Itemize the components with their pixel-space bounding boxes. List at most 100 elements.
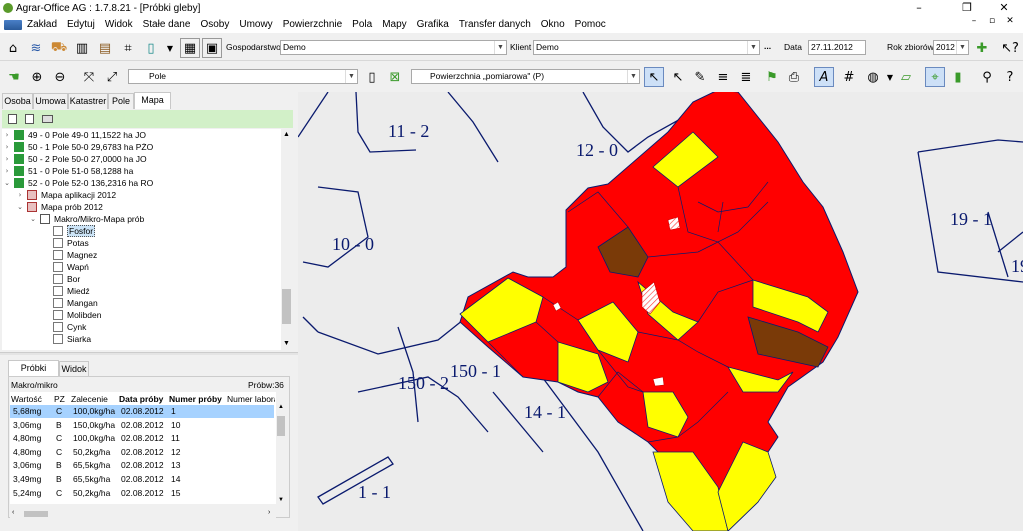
- layers-icon[interactable]: ≋: [26, 38, 46, 58]
- notebook-icon[interactable]: ▦: [180, 38, 200, 58]
- menu-mapy[interactable]: Mapy: [377, 16, 411, 33]
- tab-mapa[interactable]: Mapa: [134, 92, 171, 109]
- table-hscroll[interactable]: ‹ ›: [10, 509, 276, 519]
- menu-umowy[interactable]: Umowy: [234, 16, 277, 33]
- year-select[interactable]: 2012 ▼: [933, 40, 969, 55]
- add-icon[interactable]: ✚: [972, 38, 992, 58]
- col-header-wartosc[interactable]: Wartość: [11, 394, 42, 404]
- menu-zaklad[interactable]: Zakład: [22, 16, 62, 33]
- splitter[interactable]: [0, 352, 298, 355]
- expand-icon[interactable]: ›: [3, 165, 11, 177]
- phone-add-icon[interactable]: ▮: [948, 67, 968, 87]
- help-pointer-icon[interactable]: ↖?: [1000, 38, 1020, 58]
- menu-powierzchnie[interactable]: Powierzchnie: [278, 16, 347, 33]
- table-row[interactable]: 5,68mg C 100,0kg/ha 02.08.2012 1: [10, 405, 274, 418]
- map-view[interactable]: 11 - 2 12 - 0 10 - 0 19 - 1 19 150 - 2 1…: [298, 92, 1023, 531]
- menu-osoby[interactable]: Osoby: [195, 16, 234, 33]
- menu-okno[interactable]: Okno: [536, 16, 570, 33]
- tree-item-molibden[interactable]: Molibden: [2, 309, 281, 321]
- tree-item-field-50-2[interactable]: › 50 - 2 Pole 50-0 27,0000 ha JO: [2, 153, 281, 165]
- map-icon[interactable]: ▱: [896, 67, 916, 87]
- klient-select[interactable]: Demo ▼: [533, 40, 760, 55]
- menu-transfer-danych[interactable]: Transfer danych: [454, 16, 536, 33]
- collapse-icon[interactable]: ⌄: [3, 177, 11, 189]
- barcode-icon[interactable]: ▥: [72, 38, 92, 58]
- books-icon[interactable]: ▤: [95, 38, 115, 58]
- surface-type-select[interactable]: Powierzchnia „pomiarowa" (P) ▼: [411, 69, 640, 84]
- tree-item-siarka[interactable]: Siarka: [2, 333, 281, 345]
- col-header-data-proby[interactable]: Data próby: [119, 394, 163, 404]
- menu-widok[interactable]: Widok: [100, 16, 138, 33]
- collapse-icon[interactable]: ⌄: [29, 213, 37, 225]
- tab-widok[interactable]: Widok: [59, 361, 89, 377]
- tree-item-field-52-0[interactable]: ⌄ 52 - 0 Pole 52-0 136,2316 ha RO: [2, 177, 281, 189]
- tree-item-sample-map-2012[interactable]: ⌄ Mapa prób 2012: [2, 201, 281, 213]
- tree-item-macro-micro-sample-map[interactable]: ⌄ Makro/Mikro-Mapa prób: [2, 213, 281, 225]
- tab-umowa[interactable]: Umowa: [33, 93, 68, 109]
- new-document-icon[interactable]: ▯: [362, 67, 382, 87]
- table-row[interactable]: 4,80mg C 100,0kg/ha 02.08.2012 11: [10, 432, 274, 445]
- klient-browse-button[interactable]: ...: [764, 40, 771, 52]
- collapse-icon[interactable]: ⌄: [16, 201, 24, 213]
- table-vscroll[interactable]: ▲ ▼: [276, 404, 286, 506]
- tree-item-wapn[interactable]: Wapń: [2, 261, 281, 273]
- tree-item-field-51-0[interactable]: › 51 - 0 Pole 51-0 58,1288 ha: [2, 165, 281, 177]
- expand-icon[interactable]: ›: [3, 129, 11, 141]
- tree-item-application-map-2012[interactable]: › Mapa aplikacji 2012: [2, 189, 281, 201]
- table-row[interactable]: 3,06mg B 65,5kg/ha 02.08.2012 13: [10, 459, 274, 472]
- new-icon[interactable]: [8, 114, 17, 124]
- excel-export-icon[interactable]: ⊠: [385, 67, 405, 87]
- pencil-icon[interactable]: ✎: [690, 67, 710, 87]
- date-field[interactable]: 27.11.2012: [808, 40, 866, 55]
- col-header-numer-proby[interactable]: Numer próby: [169, 394, 222, 404]
- print-icon[interactable]: [42, 115, 53, 123]
- tree-item-potas[interactable]: Potas: [2, 237, 281, 249]
- text-label-icon[interactable]: A: [814, 67, 834, 87]
- zoom-out-icon[interactable]: ⊖: [50, 67, 70, 87]
- table-row[interactable]: 4,80mg C 50,2kg/ha 02.08.2012 12: [10, 446, 274, 459]
- tab-katastrer[interactable]: Katastrer: [68, 93, 108, 109]
- mdi-minimize-button[interactable]: –: [967, 16, 981, 26]
- network-icon[interactable]: ⌗: [118, 38, 138, 58]
- home-icon[interactable]: ⌂: [3, 38, 23, 58]
- grid-icon[interactable]: #: [839, 67, 859, 87]
- tractor-icon[interactable]: ⛟: [49, 38, 69, 58]
- close-button[interactable]: ✕: [989, 0, 1019, 16]
- calendar-icon[interactable]: ▣: [202, 38, 222, 58]
- table-row[interactable]: 3,49mg B 65,5kg/ha 02.08.2012 14: [10, 473, 274, 486]
- menu-pola[interactable]: Pola: [347, 16, 377, 33]
- expand-icon[interactable]: ›: [16, 189, 24, 201]
- tab-probki-gleby[interactable]: Próbki gleby: [8, 360, 59, 388]
- col-header-pz[interactable]: PZ: [54, 394, 65, 404]
- table-row[interactable]: 5,24mg C 50,2kg/ha 02.08.2012 15: [10, 487, 274, 500]
- mdi-close-button[interactable]: ✕: [1003, 16, 1017, 26]
- gospodarstwo-select[interactable]: Demo ▼: [280, 40, 507, 55]
- expand-icon[interactable]: ›: [3, 141, 11, 153]
- layer-select[interactable]: Pole ▼: [128, 69, 358, 84]
- mdi-restore-button[interactable]: ▫: [985, 16, 999, 26]
- gps-pointer-icon[interactable]: ⌖: [925, 67, 945, 87]
- dropdown-arrow-icon[interactable]: ▼: [160, 38, 180, 58]
- tab-pole[interactable]: Pole: [108, 93, 134, 109]
- tab-osoba[interactable]: Osoba: [2, 93, 33, 109]
- edit-line-icon[interactable]: ≣: [736, 67, 756, 87]
- zoom-extent-icon[interactable]: ⤧: [79, 67, 99, 87]
- menu-stale-dane[interactable]: Stałe dane: [138, 16, 196, 33]
- menu-pomoc[interactable]: Pomoc: [570, 16, 611, 33]
- tree-item-cynk[interactable]: Cynk: [2, 321, 281, 333]
- col-header-zalecenie[interactable]: Zalecenie: [71, 394, 108, 404]
- location-pin-icon[interactable]: ⚲: [977, 67, 997, 87]
- device-icon[interactable]: ▯: [141, 38, 161, 58]
- tree-item-bor[interactable]: Bor: [2, 273, 281, 285]
- tree-item-magnez[interactable]: Magnez: [2, 249, 281, 261]
- minimize-button[interactable]: –: [904, 0, 934, 16]
- pan-hand-icon[interactable]: ☚: [4, 67, 24, 87]
- flag-icon[interactable]: ⚑: [762, 67, 782, 87]
- tree-item-miedz[interactable]: Miedź: [2, 285, 281, 297]
- select-arrow-icon[interactable]: ↖: [644, 67, 664, 87]
- measure-icon[interactable]: ≡: [713, 67, 733, 87]
- tree-scrollbar[interactable]: ▲ ▼: [281, 129, 293, 350]
- menu-edytuj[interactable]: Edytuj: [62, 16, 100, 33]
- print-icon[interactable]: ⎙: [784, 67, 804, 87]
- tree-item-field-50-1[interactable]: › 50 - 1 Pole 50-0 29,6783 ha PŻO: [2, 141, 281, 153]
